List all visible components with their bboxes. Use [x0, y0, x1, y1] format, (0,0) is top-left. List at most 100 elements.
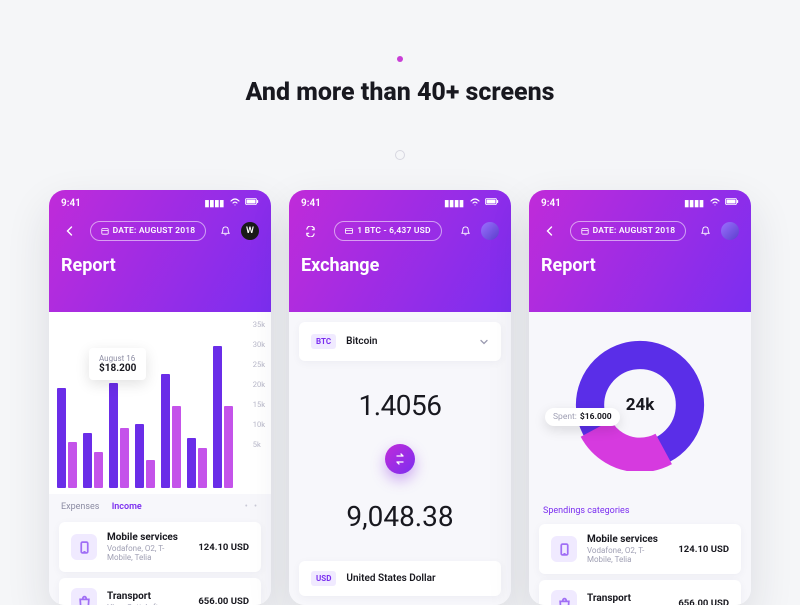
phone-icon — [551, 536, 577, 562]
item-amount: 124.10 USD — [678, 544, 729, 555]
refresh-button[interactable] — [301, 222, 319, 240]
bell-button[interactable] — [457, 222, 475, 240]
item-title: Mobile services — [107, 532, 188, 543]
phone-body: BTC Bitcoin 1.4056 9,048.38 USD United S… — [289, 312, 511, 605]
spent-label: Spent: — [553, 412, 577, 422]
status-time: 9:41 — [61, 198, 81, 209]
currency-from-row[interactable]: BTC Bitcoin — [299, 322, 501, 361]
currency-badge: BTC — [311, 334, 336, 349]
bell-button[interactable] — [217, 222, 235, 240]
status-icons: ▮▮▮▮ — [441, 198, 499, 209]
signal-icon: ▮▮▮▮ — [684, 199, 704, 209]
swap-icon — [394, 453, 406, 465]
date-chip-label: DATE: AUGUST 2018 — [593, 226, 676, 236]
currency-name: United States Dollar — [346, 573, 489, 584]
phone-header: 9:41 ▮▮▮▮ 1 BTC - 6,437 USD — [289, 190, 511, 312]
bag-icon — [71, 588, 97, 605]
item-subtitle: Vodafone, O2, T-Mobile, Telia — [107, 544, 188, 562]
status-icons: ▮▮▮▮ — [681, 198, 739, 209]
spent-value: $16.000 — [580, 412, 612, 422]
rate-chip[interactable]: 1 BTC - 6,437 USD — [334, 221, 442, 241]
item-title: Mobile services — [587, 534, 668, 545]
signal-icon: ▮▮▮▮ — [204, 199, 224, 209]
date-chip[interactable]: DATE: AUGUST 2018 — [90, 221, 207, 241]
status-bar: 9:41 ▮▮▮▮ — [541, 198, 739, 209]
donut-chart: 24k Spent: $16.000 — [529, 312, 751, 498]
phone-header: 9:41 ▮▮▮▮ DATE: AUGUST 2018 — [529, 190, 751, 312]
bag-icon — [551, 590, 577, 605]
battery-icon — [485, 199, 499, 209]
nav-row: DATE: AUGUST 2018 W — [61, 221, 259, 241]
tooltip-date: August 16 — [99, 354, 136, 363]
phone-icon — [71, 534, 97, 560]
bar-chart: 35k 30k 25k 20k 15k 10k 5k — [49, 312, 271, 494]
screen-title: Exchange — [301, 255, 499, 276]
ytick: 35k — [253, 320, 265, 329]
spent-chip: Spent: $16.000 — [545, 408, 620, 426]
card-icon — [345, 227, 353, 235]
currency-to-row[interactable]: USD United States Dollar — [299, 561, 501, 596]
ytick: 30k — [253, 340, 265, 349]
to-amount: 9,048.38 — [346, 500, 453, 533]
status-time: 9:41 — [541, 198, 561, 209]
chart-tooltip: August 16 $18.200 — [89, 348, 146, 380]
nav-row: DATE: AUGUST 2018 — [541, 221, 739, 241]
back-button[interactable] — [61, 222, 79, 240]
battery-icon — [245, 199, 259, 209]
battery-icon — [725, 199, 739, 209]
bell-button[interactable] — [697, 222, 715, 240]
swap-button[interactable] — [385, 444, 415, 474]
phone-header: 9:41 ▮▮▮▮ DATE: AUGUST 2018 — [49, 190, 271, 312]
ytick: 25k — [253, 360, 265, 369]
categories-heading: Spendings categories — [529, 498, 751, 518]
accent-dot — [397, 56, 403, 62]
status-bar: 9:41 ▮▮▮▮ — [61, 198, 259, 209]
decorative-ring — [395, 150, 405, 160]
avatar[interactable]: W — [241, 222, 259, 240]
list-item[interactable]: Mobile services Vodafone, O2, T-Mobile, … — [59, 522, 261, 572]
currency-badge: USD — [311, 571, 336, 586]
back-button[interactable] — [541, 222, 559, 240]
avatar[interactable] — [721, 222, 739, 240]
calendar-icon — [581, 227, 589, 235]
item-amount: 656.00 USD — [198, 596, 249, 605]
screen-title: Report — [61, 255, 259, 276]
currency-name: Bitcoin — [346, 336, 469, 347]
chevron-down-icon — [479, 332, 489, 351]
list-item[interactable]: Transport Uber, Gett, Lyft 656.00 USD — [539, 580, 741, 605]
nav-row: 1 BTC - 6,437 USD — [301, 221, 499, 241]
phone-body: 24k Spent: $16.000 Spendings categories … — [529, 312, 751, 605]
rate-chip-label: 1 BTC - 6,437 USD — [357, 226, 431, 236]
bar-groups — [57, 328, 239, 488]
signal-icon: ▮▮▮▮ — [444, 199, 464, 209]
screen-report-donut: 9:41 ▮▮▮▮ DATE: AUGUST 2018 — [529, 190, 751, 605]
screen-title: Report — [541, 255, 739, 276]
item-title: Transport — [107, 591, 188, 602]
status-icons: ▮▮▮▮ — [201, 198, 259, 209]
list-item[interactable]: Transport Uber, Gett, Lyft 656.00 USD — [59, 578, 261, 605]
avatar[interactable] — [481, 222, 499, 240]
item-amount: 124.10 USD — [198, 542, 249, 553]
phone-body: 35k 30k 25k 20k 15k 10k 5k — [49, 312, 271, 605]
wifi-icon — [710, 199, 720, 209]
date-chip-label: DATE: AUGUST 2018 — [113, 226, 196, 236]
date-chip[interactable]: DATE: AUGUST 2018 — [570, 221, 687, 241]
donut-center-value: 24k — [626, 395, 655, 415]
screen-report-bars: 9:41 ▮▮▮▮ DATE: AUGUST 2018 — [49, 190, 271, 605]
more-dots[interactable]: • • — [245, 502, 259, 512]
tooltip-value: $18.200 — [99, 363, 136, 374]
screens-row: 9:41 ▮▮▮▮ DATE: AUGUST 2018 — [49, 190, 751, 605]
tabs-row: Expenses Income • • — [49, 494, 271, 516]
item-title: Transport — [587, 593, 668, 604]
tab-expenses[interactable]: Expenses — [61, 502, 99, 512]
calendar-icon — [101, 227, 109, 235]
list-item[interactable]: Mobile services Vodafone, O2, T-Mobile, … — [539, 524, 741, 574]
tab-income[interactable]: Income — [112, 502, 142, 512]
from-amount: 1.4056 — [358, 389, 441, 422]
ytick: 20k — [253, 380, 265, 389]
y-axis: 35k 30k 25k 20k 15k 10k 5k — [253, 320, 265, 449]
ytick: 5k — [253, 440, 265, 449]
screen-exchange: 9:41 ▮▮▮▮ 1 BTC - 6,437 USD — [289, 190, 511, 605]
ytick: 10k — [253, 420, 265, 429]
item-amount: 656.00 USD — [678, 598, 729, 605]
